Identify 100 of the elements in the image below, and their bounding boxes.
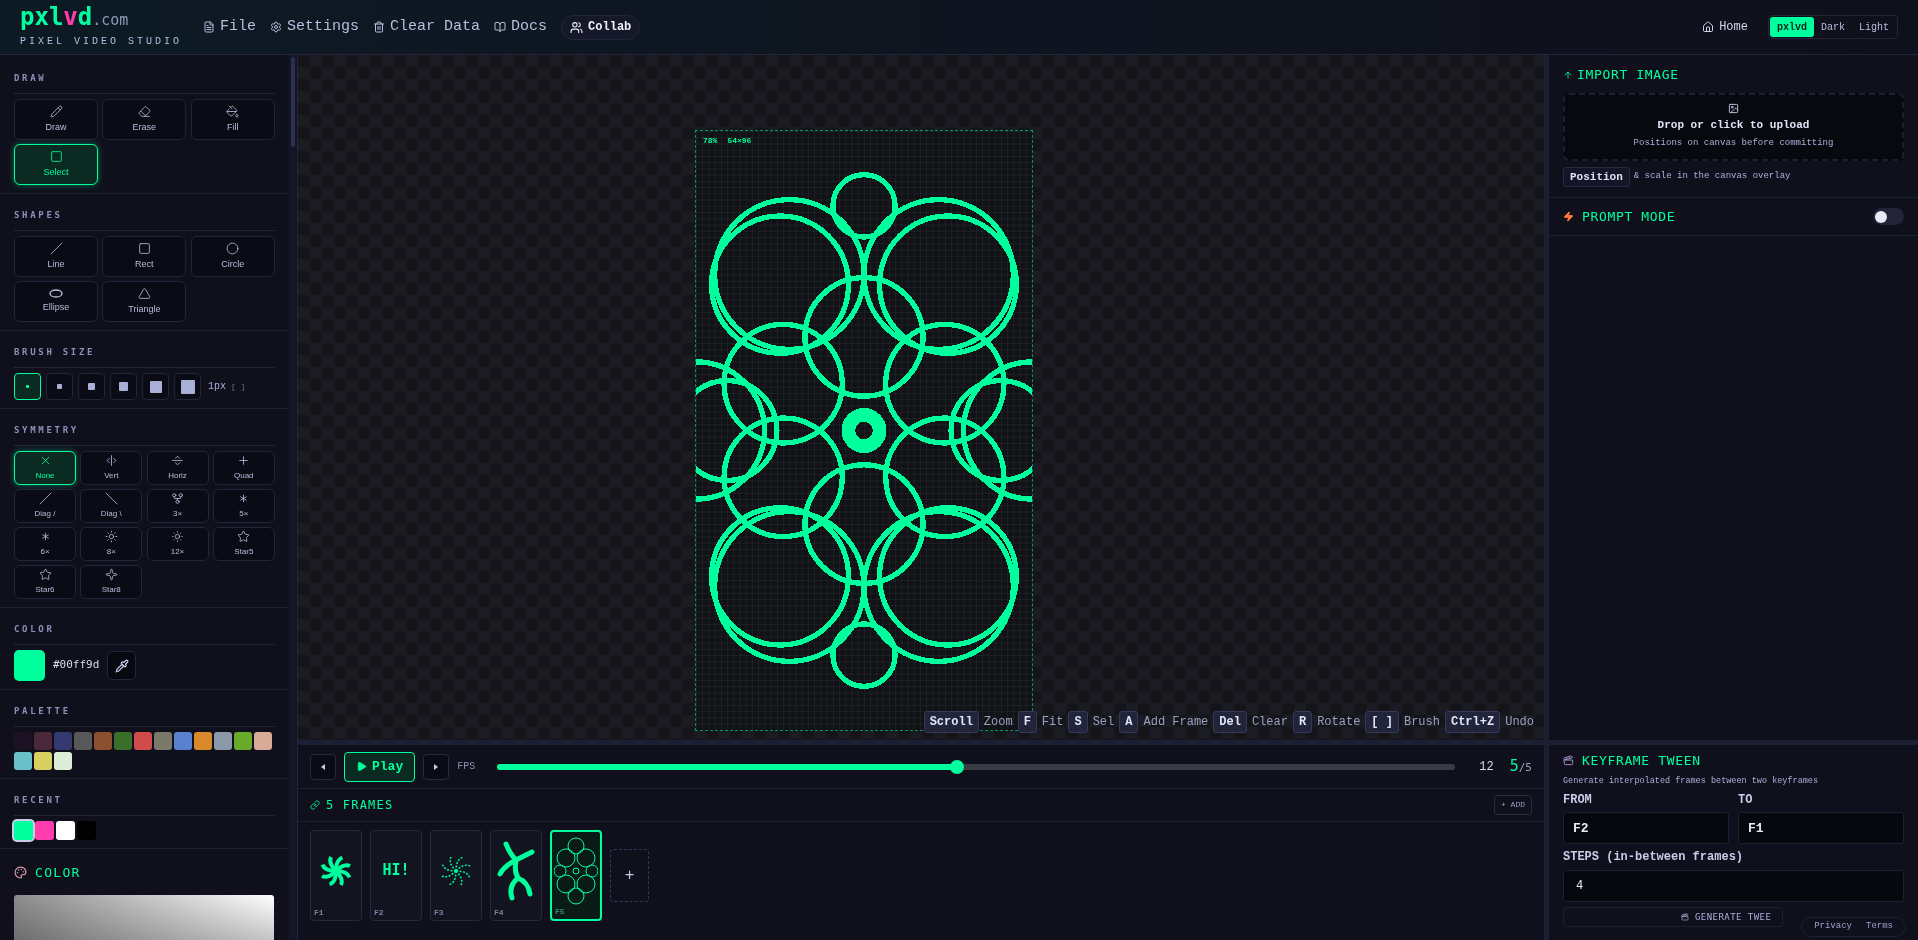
tool-button[interactable]: Circle (190, 236, 275, 277)
eyedropper-button[interactable] (107, 651, 137, 680)
upload-dropzone[interactable]: Drop or click to upload Positions on canvas before committing (1563, 92, 1904, 161)
frame-thumbnail[interactable]: F5 (550, 830, 602, 921)
tool-button[interactable]: Vert (80, 451, 143, 485)
recent-color-swatch[interactable] (56, 821, 75, 840)
shortcut-action: Sel (1092, 714, 1115, 731)
tool-button[interactable]: Line (14, 236, 98, 277)
add-frame-button[interactable]: + ADD (1494, 795, 1532, 815)
palette-swatch[interactable] (214, 732, 232, 750)
tool-button[interactable]: Rect (102, 236, 187, 277)
palette-swatch[interactable] (194, 732, 212, 750)
tool-button[interactable]: Ellipse (14, 281, 98, 322)
tool-button[interactable]: Fill (190, 99, 275, 140)
palette-swatch[interactable] (54, 732, 72, 750)
steps-field[interactable]: 4 (1563, 870, 1904, 903)
brush-size-button[interactable] (142, 373, 169, 400)
palette-swatch[interactable] (54, 752, 72, 770)
section-title: SYMMETRY (14, 425, 79, 435)
frame-thumbnail[interactable]: F1 (310, 830, 362, 921)
from-frame-field[interactable]: F2 (1563, 812, 1729, 845)
tool-button[interactable]: Erase (102, 99, 187, 140)
palette-swatch[interactable] (254, 732, 272, 750)
recent-color-swatch[interactable] (14, 821, 33, 840)
tool-button[interactable]: Star5 (212, 527, 275, 561)
tool-button[interactable]: Select (14, 144, 98, 185)
clapperboard-icon (1563, 755, 1574, 767)
footer-link[interactable]: Privacy (1814, 920, 1852, 934)
field-label: FROM (1563, 792, 1593, 810)
previous-frame-button[interactable] (310, 753, 336, 780)
star-icon (237, 530, 251, 543)
color-swatch[interactable] (14, 650, 45, 681)
tool-button[interactable]: Horiz (146, 451, 209, 485)
palette-swatch[interactable] (234, 732, 252, 750)
tool-button[interactable]: 12× (146, 527, 209, 561)
palette-swatch[interactable] (174, 732, 192, 750)
tool-button[interactable]: 8× (80, 527, 143, 561)
pixel-art-drawing[interactable] (695, 130, 1033, 731)
tool-button[interactable]: 5× (212, 489, 275, 523)
shortcut-action: Rotate (1317, 714, 1361, 731)
section-title: IMPORT IMAGE (1577, 66, 1679, 84)
palette-swatch[interactable] (14, 752, 32, 770)
palette-swatch[interactable] (34, 752, 52, 770)
dropzone-subtitle: Positions on canvas before committing (1633, 136, 1834, 150)
section-title: SHAPES (14, 210, 63, 220)
home-link[interactable]: Home (1702, 18, 1748, 36)
theme-option[interactable]: Dark (1813, 17, 1852, 37)
tool-button[interactable]: Triangle (102, 281, 187, 322)
book-icon (494, 21, 507, 33)
slider-thumb[interactable] (950, 759, 965, 774)
brush-size-button[interactable] (78, 373, 105, 400)
tool-button[interactable]: Quad (212, 451, 275, 485)
palette-swatch[interactable] (134, 732, 152, 750)
tool-button[interactable]: 3× (146, 489, 209, 523)
recent-color-swatch[interactable] (77, 821, 96, 840)
section-title: COLOR (14, 624, 55, 634)
new-frame-button[interactable]: + (610, 849, 649, 902)
link-icon (310, 800, 320, 810)
palette-swatch[interactable] (34, 732, 52, 750)
arrow-up-icon (1563, 69, 1573, 80)
shortcut-key: Del (1213, 711, 1247, 733)
recent-color-swatch[interactable] (35, 821, 54, 840)
footer-link[interactable]: Terms (1866, 920, 1893, 934)
brush-size-button[interactable] (46, 373, 73, 400)
tool-button[interactable]: Diag / (14, 489, 76, 523)
trash-icon (373, 21, 386, 33)
zoom-reading: 78% (703, 135, 718, 147)
palette-swatch[interactable] (154, 732, 172, 750)
next-frame-button[interactable] (423, 753, 450, 780)
tool-button[interactable]: Star6 (14, 565, 76, 599)
brush-size-button[interactable] (110, 373, 137, 400)
frame-thumbnail[interactable]: HI! F2 (370, 830, 422, 921)
to-frame-field[interactable]: F1 (1738, 812, 1904, 845)
prompt-mode-toggle[interactable] (1873, 208, 1904, 225)
palette-swatch[interactable] (94, 732, 112, 750)
palette-swatch[interactable] (114, 732, 132, 750)
tool-button[interactable]: 6× (14, 527, 76, 561)
tween-description: Generate interpolated frames between two keyframes (1563, 774, 1820, 788)
menu-item[interactable]: Settings (270, 15, 360, 39)
frame-label: F1 (314, 907, 324, 919)
scrollbar-thumb[interactable] (291, 57, 295, 147)
settings-icon (270, 21, 283, 33)
frame-thumbnail[interactable]: F3 (430, 830, 482, 921)
menu-item[interactable]: Clear Data (373, 15, 481, 39)
section-title: BRUSH SIZE (14, 347, 96, 357)
frame-thumbnail[interactable]: F4 (490, 830, 542, 921)
menu-item[interactable]: File (203, 15, 257, 39)
tool-button[interactable]: Diag \ (80, 489, 143, 523)
menu-item[interactable]: Docs (494, 15, 548, 39)
tool-button[interactable]: Draw (14, 99, 98, 140)
tool-button[interactable]: Star8 (80, 565, 143, 599)
brush-size-button[interactable] (174, 373, 201, 400)
generate-tween-button[interactable]: GENERATE TWEE (1563, 907, 1783, 928)
palette-swatch[interactable] (74, 732, 92, 750)
play-button[interactable]: Play (344, 751, 416, 782)
shortcut-action: Zoom (983, 714, 1013, 731)
theme-option[interactable]: Light (1852, 17, 1896, 37)
theme-option[interactable]: pxlvd (1769, 17, 1814, 37)
logo-text: pxlvd (20, 5, 93, 30)
tool-button[interactable]: None (14, 451, 76, 485)
